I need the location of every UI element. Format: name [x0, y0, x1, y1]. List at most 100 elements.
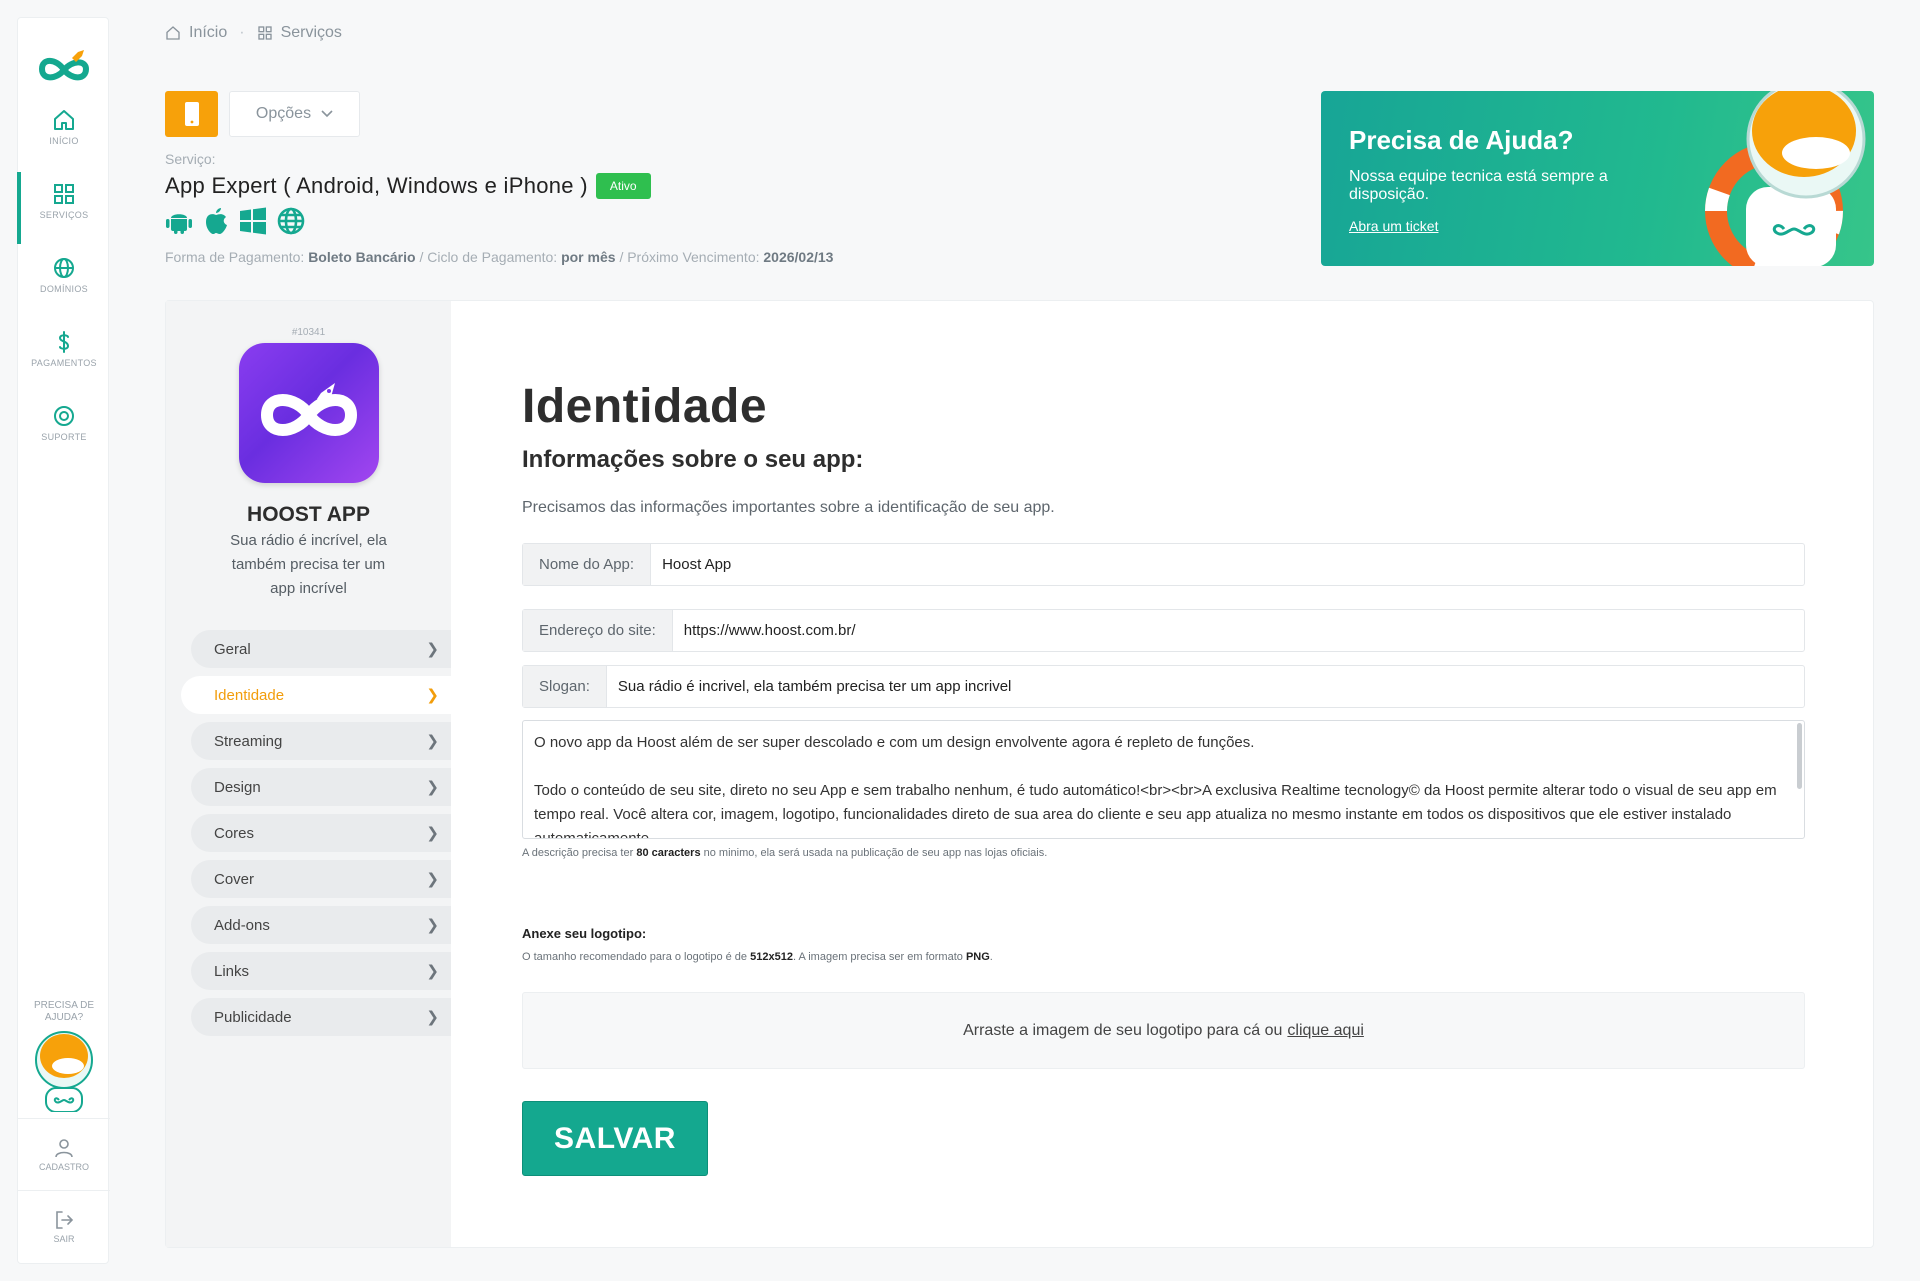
platform-icons	[165, 207, 305, 235]
android-icon	[166, 214, 192, 234]
cycle-value: por mês	[561, 249, 616, 265]
app-id: #10341	[291, 327, 326, 338]
profile-button[interactable]: Cadastro	[18, 1138, 110, 1172]
globe-icon	[277, 207, 305, 235]
menu-item-label: Identidade	[214, 686, 285, 704]
hint-format: PNG	[965, 951, 990, 963]
help-banner-text: Nossa equipe tecnica está sempre a dispo…	[1349, 168, 1608, 203]
cycle-label: / Ciclo de Pagamento:	[419, 249, 558, 265]
chevron-right-icon: ❯	[426, 779, 439, 796]
menu-item-streaming[interactable]: Streaming ❯	[191, 722, 451, 760]
sidebar-item-label: Início	[49, 136, 79, 146]
sidebar-item-dominios[interactable]: Domínios	[18, 246, 110, 318]
help-banner: Precisa de Ajuda? Nossa equipe tecnica e…	[1321, 91, 1874, 266]
site-field: Endereço do site: https://www.hoost.com.…	[522, 609, 1805, 652]
menu-item-label: Cover	[214, 870, 255, 888]
sidebar-help-label: Precisa de ajuda?	[33, 1000, 95, 1023]
sidebar: Início Serviços Domínios Pagamentos Supo…	[17, 17, 110, 1264]
apple-icon	[206, 208, 227, 234]
options-dropdown[interactable]: Opções	[229, 91, 360, 137]
section-intro: Precisamos das informações importantes s…	[522, 499, 1055, 516]
dollar-icon	[58, 331, 70, 353]
slogan-label: Slogan:	[523, 666, 607, 707]
smartphone-icon	[184, 102, 199, 126]
app-name: HOOST APP	[247, 503, 370, 526]
service-title-row: App Expert ( Android, Windows e iPhone )…	[165, 173, 651, 199]
chevron-right-icon: ❯	[426, 963, 439, 980]
menu-item-label: Design	[214, 778, 261, 796]
menu-item-label: Publicidade	[214, 1008, 292, 1026]
breadcrumb-home[interactable]: Início	[189, 24, 227, 42]
app-name-input[interactable]: Hoost App	[651, 544, 1804, 585]
logo-attach-hint: O tamanho recomendado para o logotipo é …	[522, 951, 993, 963]
menu-item-geral[interactable]: Geral ❯	[191, 630, 451, 668]
sidebar-divider	[18, 1118, 110, 1119]
description-paragraph: O novo app da Hoost além de ser super de…	[534, 734, 1255, 751]
menu-item-addons[interactable]: Add-ons ❯	[191, 906, 451, 944]
chevron-right-icon: ❯	[426, 733, 439, 750]
chevron-right-icon: ❯	[426, 641, 439, 658]
globe-icon	[54, 258, 74, 278]
page-title: Identidade	[522, 380, 768, 433]
windows-icon	[240, 207, 266, 235]
site-input[interactable]: https://www.hoost.com.br/	[673, 610, 1804, 651]
astronaut-lifebuoy-icon	[1705, 91, 1866, 266]
logout-button[interactable]: Sair	[18, 1210, 110, 1244]
payment-method: Boleto Bancário	[308, 249, 416, 265]
hint-text: . A imagem precisa ser em formato	[792, 951, 963, 963]
app-icon	[239, 343, 379, 483]
sidebar-item-label: Suporte	[41, 432, 87, 442]
menu-item-cover[interactable]: Cover ❯	[191, 860, 451, 898]
device-button[interactable]	[165, 91, 218, 137]
sidebar-item-servicos[interactable]: Serviços	[17, 172, 110, 244]
logo-dropzone[interactable]: Arraste a imagem de seu logotipo para cá…	[522, 992, 1805, 1069]
logout-icon	[56, 1211, 74, 1229]
breadcrumb-current[interactable]: Serviços	[281, 24, 342, 42]
sidebar-item-pagamentos[interactable]: Pagamentos	[18, 320, 110, 392]
section-subtitle: Informações sobre o seu app:	[522, 446, 864, 473]
hoost-logo-icon[interactable]	[32, 36, 96, 100]
app-name-field: Nome do App: Hoost App	[522, 543, 1805, 586]
save-button[interactable]: SALVAR	[522, 1101, 708, 1176]
menu-item-publicidade[interactable]: Publicidade ❯	[191, 998, 451, 1036]
open-ticket-link[interactable]: Abra um ticket	[1349, 218, 1438, 234]
service-label: Serviço:	[165, 151, 216, 167]
dropzone-click-link[interactable]: clique aqui	[1287, 1022, 1364, 1040]
home-icon	[54, 110, 74, 130]
options-label: Opções	[255, 105, 312, 122]
hint-min-chars: 80 caracters	[636, 847, 701, 859]
menu-item-label: Links	[214, 962, 250, 980]
payment-method-label: Forma de Pagamento:	[165, 249, 305, 265]
infinity-rocket-icon	[260, 383, 358, 436]
payment-info: Forma de Pagamento: Boleto Bancário / Ci…	[165, 249, 833, 265]
hint-text: .	[989, 951, 993, 963]
menu-item-design[interactable]: Design ❯	[191, 768, 451, 806]
menu-item-links[interactable]: Links ❯	[191, 952, 451, 990]
textarea-scrollbar[interactable]	[1797, 723, 1802, 789]
app-panel: #10341 HOOST APP Sua rádio é incrível, e…	[166, 301, 451, 1247]
menu-item-cores[interactable]: Cores ❯	[191, 814, 451, 852]
chevron-right-icon: ❯	[426, 825, 439, 842]
profile-label: Cadastro	[38, 1162, 89, 1172]
sidebar-item-suporte[interactable]: Suporte	[18, 394, 110, 466]
description-textarea[interactable]: O novo app da Hoost além de ser super de…	[522, 720, 1805, 839]
chevron-down-icon	[321, 110, 333, 118]
chevron-right-icon: ❯	[426, 687, 439, 704]
hint-text: O tamanho recomendado para o logotipo é …	[522, 951, 748, 963]
breadcrumb: Início · Serviços	[165, 24, 342, 42]
sidebar-help[interactable]: Precisa de ajuda?	[18, 1000, 110, 1117]
menu-item-label: Streaming	[214, 732, 283, 750]
sidebar-item-label: Domínios	[40, 284, 88, 294]
slogan-input[interactable]: Sua rádio é incrivel, ela também precisa…	[607, 666, 1804, 707]
hint-text: A descrição precisa ter	[522, 847, 634, 859]
sidebar-item-inicio[interactable]: Início	[18, 98, 110, 170]
service-title: App Expert ( Android, Windows e iPhone )	[165, 173, 588, 198]
settings-menu: Geral ❯ Identidade ❯ Streaming ❯ Design ❯ Co…	[181, 630, 451, 1044]
description-paragraph: Todo o conteúdo de seu site, direto no s…	[534, 782, 1777, 839]
lifebuoy-icon	[54, 406, 74, 426]
sidebar-divider	[18, 1190, 110, 1191]
grid-icon	[54, 184, 74, 204]
chevron-right-icon: ❯	[426, 871, 439, 888]
help-banner-title: Precisa de Ajuda?	[1349, 125, 1574, 155]
menu-item-identidade[interactable]: Identidade ❯	[181, 676, 451, 714]
